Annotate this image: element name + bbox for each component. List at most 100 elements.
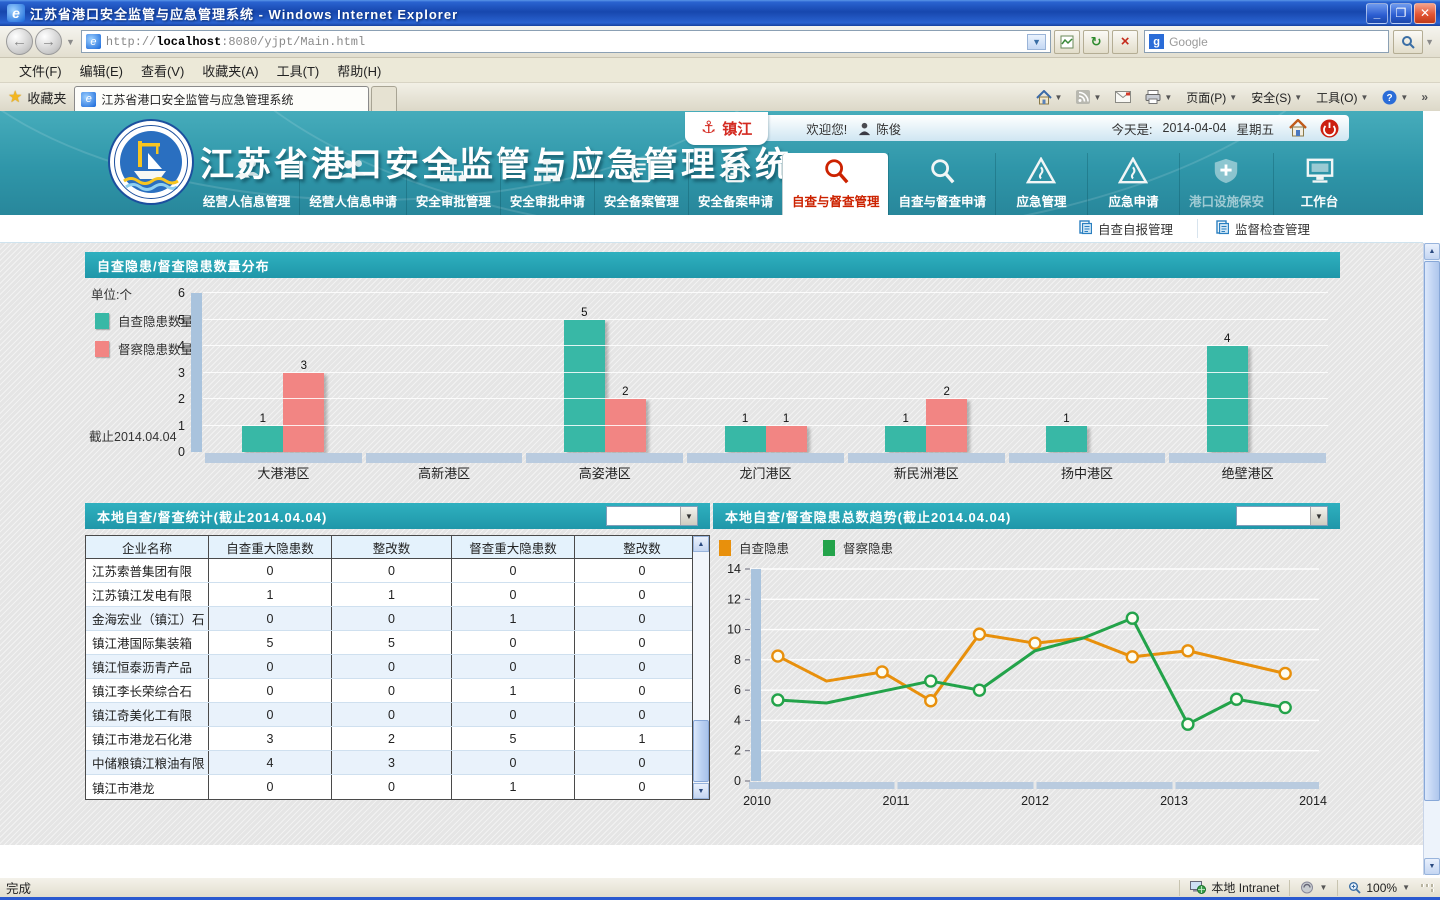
menu-item[interactable]: 查看(V) (132, 59, 193, 82)
bar-value-label: 5 (581, 307, 587, 319)
table-row[interactable]: 镇江恒泰沥青产品0000 (86, 655, 709, 679)
close-button[interactable]: ✕ (1414, 3, 1436, 24)
table-row[interactable]: 镇江市港龙0010 (86, 775, 709, 799)
url-dropdown-icon[interactable]: ▼ (1027, 34, 1046, 50)
menu-item[interactable]: 工具(T) (268, 59, 329, 82)
feeds-button[interactable]: ▼ (1071, 88, 1106, 106)
refresh-button[interactable]: ↻ (1083, 30, 1109, 54)
print-button[interactable]: ▼ (1140, 88, 1177, 106)
page-menu-button[interactable]: 页面(P)▼ (1181, 87, 1242, 108)
page-scrollbar[interactable]: ▲ ▼ (1423, 243, 1440, 875)
home-shortcut-icon[interactable] (1288, 119, 1308, 137)
scroll-down-icon[interactable]: ▼ (693, 783, 709, 799)
window-titlebar: e 江苏省港口安全监管与应急管理系统 - Windows Internet Ex… (0, 0, 1440, 26)
page-scrollbar-thumb[interactable] (1424, 261, 1440, 801)
scroll-down-icon[interactable]: ▼ (1424, 858, 1440, 875)
bar-value-label: 3 (301, 360, 307, 372)
nav-item-应急申请[interactable]: 应急申请 (1087, 153, 1179, 215)
nav-item-自查与督查管理[interactable]: 自查与督查管理 (782, 153, 889, 215)
table-panel-header: 本地自查/督查统计(截止2014.04.04) ▼ (85, 503, 710, 529)
nav-item-港口设施保安[interactable]: 港口设施保安 (1179, 153, 1273, 215)
bar-categories: 13大港港区高新港区52高姿港区11龙门港区12新民洲港区1扬中港区4绝壁港区 (203, 293, 1328, 452)
table-row[interactable]: 镇江李长荣综合石0010 (86, 679, 709, 703)
nav-item-安全备案申请[interactable]: 安全备案申请 (688, 153, 782, 215)
scroll-up-icon[interactable]: ▲ (693, 536, 709, 552)
table-row[interactable]: 中储粮镇江粮油有限4300 (86, 751, 709, 775)
table-scrollbar[interactable]: ▲ ▼ (692, 536, 709, 799)
bar-category: 1扬中港区 (1007, 293, 1168, 452)
table-row[interactable]: 镇江市港龙石化港3251 (86, 727, 709, 751)
chevron-down-icon[interactable]: ▼ (1310, 507, 1327, 525)
legend-swatch (823, 540, 835, 556)
menu-item[interactable]: 文件(F) (10, 59, 71, 82)
search-input[interactable]: g Google (1144, 30, 1389, 53)
nav-item-安全备案管理[interactable]: 安全备案管理 (594, 153, 688, 215)
gridline (203, 372, 1328, 373)
table-row[interactable]: 江苏索普集团有限0000 (86, 559, 709, 583)
nav-item-经营人信息管理[interactable]: 经营人信息管理 (194, 153, 300, 215)
bar (283, 373, 324, 453)
help-button[interactable]: ? ▼ (1377, 88, 1413, 107)
history-dropdown-icon[interactable]: ▼ (66, 37, 75, 47)
safety-menu-button[interactable]: 安全(S)▼ (1246, 87, 1307, 108)
favorites-button[interactable]: ★ 收藏夹 (4, 83, 74, 111)
table-row[interactable]: 金海宏业（镇江）石0010 (86, 607, 709, 631)
url-field[interactable]: e http://localhost:8080/yjpt/Main.html ▼ (81, 30, 1051, 53)
table-row[interactable]: 镇江港国际集装箱5500 (86, 631, 709, 655)
line-filter-dropdown[interactable]: ▼ (1236, 506, 1328, 526)
menu-item[interactable]: 编辑(E) (71, 59, 132, 82)
scroll-up-icon[interactable]: ▲ (1424, 243, 1440, 260)
table-cell: 0 (451, 751, 574, 774)
data-point-marker (1182, 719, 1193, 730)
restore-button[interactable]: ❐ (1390, 3, 1412, 24)
browser-tab[interactable]: e 江苏省港口安全监管与应急管理系统 (74, 86, 369, 111)
subnav-item-label: 监督检查管理 (1235, 219, 1310, 238)
feeds-dropdown-icon[interactable]: ▼ (1093, 93, 1101, 102)
chevron-down-icon[interactable]: ▼ (680, 507, 697, 525)
y-axis-tick-label: 14 (727, 562, 741, 576)
nav-item-安全审批申请[interactable]: 安全审批申请 (500, 153, 594, 215)
back-button[interactable]: ← (6, 28, 33, 55)
minimize-button[interactable]: _ (1366, 3, 1388, 24)
y-axis-band (751, 569, 761, 781)
table-row[interactable]: 江苏镇江发电有限1100 (86, 583, 709, 607)
compatibility-button[interactable] (1054, 30, 1080, 54)
resize-grip[interactable] (1420, 884, 1434, 892)
nav-item-应急管理[interactable]: 应急管理 (995, 153, 1087, 215)
status-bar: 完成 本地 Intranet ▼ 100% ▼ (0, 877, 1440, 897)
nav-item-经营人信息申请[interactable]: 经营人信息申请 (299, 153, 406, 215)
chevron-down-icon[interactable]: ▼ (1402, 883, 1410, 892)
help-dropdown-icon[interactable]: ▼ (1400, 93, 1408, 102)
nav-item-自查与督查申请[interactable]: 自查与督查申请 (888, 153, 995, 215)
x-axis-category-label: 大港港区 (203, 463, 364, 482)
chevron-down-icon[interactable]: ▼ (1319, 883, 1327, 892)
search-button[interactable] (1393, 30, 1423, 54)
table-filter-dropdown[interactable]: ▼ (606, 506, 698, 526)
menu-item[interactable]: 帮助(H) (328, 59, 390, 82)
subnav-item-监督检查管理[interactable]: 监督检查管理 (1197, 219, 1328, 238)
protected-mode-control[interactable]: ▼ (1289, 880, 1337, 896)
overflow-chevron-icon[interactable]: » (1417, 90, 1432, 104)
new-tab-button[interactable] (371, 86, 397, 111)
home-button[interactable]: ▼ (1031, 88, 1068, 107)
menu-item[interactable]: 收藏夹(A) (193, 59, 267, 82)
print-dropdown-icon[interactable]: ▼ (1164, 93, 1172, 102)
nav-item-安全审批管理[interactable]: 安全审批管理 (406, 153, 500, 215)
logout-power-icon[interactable] (1320, 119, 1339, 138)
subnav-item-自查自报管理[interactable]: 自查自报管理 (1061, 219, 1191, 238)
table-row[interactable]: 镇江奇美化工有限0000 (86, 703, 709, 727)
forward-button[interactable]: → (35, 28, 62, 55)
table-cell: 0 (331, 655, 451, 678)
stop-button[interactable]: × (1112, 30, 1138, 54)
search-dropdown-icon[interactable]: ▼ (1425, 37, 1434, 47)
table-scrollbar-thumb[interactable] (693, 720, 709, 782)
tools-menu-button[interactable]: 工具(O)▼ (1311, 87, 1373, 108)
x-axis-category-label: 高新港区 (364, 463, 525, 482)
zoom-control[interactable]: 100% ▼ (1337, 880, 1420, 896)
home-dropdown-icon[interactable]: ▼ (1055, 93, 1063, 102)
x-axis-band (1169, 453, 1326, 463)
rss-icon (1076, 90, 1090, 104)
line-chart-panel: 本地自查/督查隐患总数趋势(截止2014.04.04) ▼ 自查隐患督察隐患 0… (713, 503, 1340, 818)
read-mail-button[interactable] (1110, 89, 1136, 105)
nav-item-工作台[interactable]: 工作台 (1273, 153, 1365, 215)
